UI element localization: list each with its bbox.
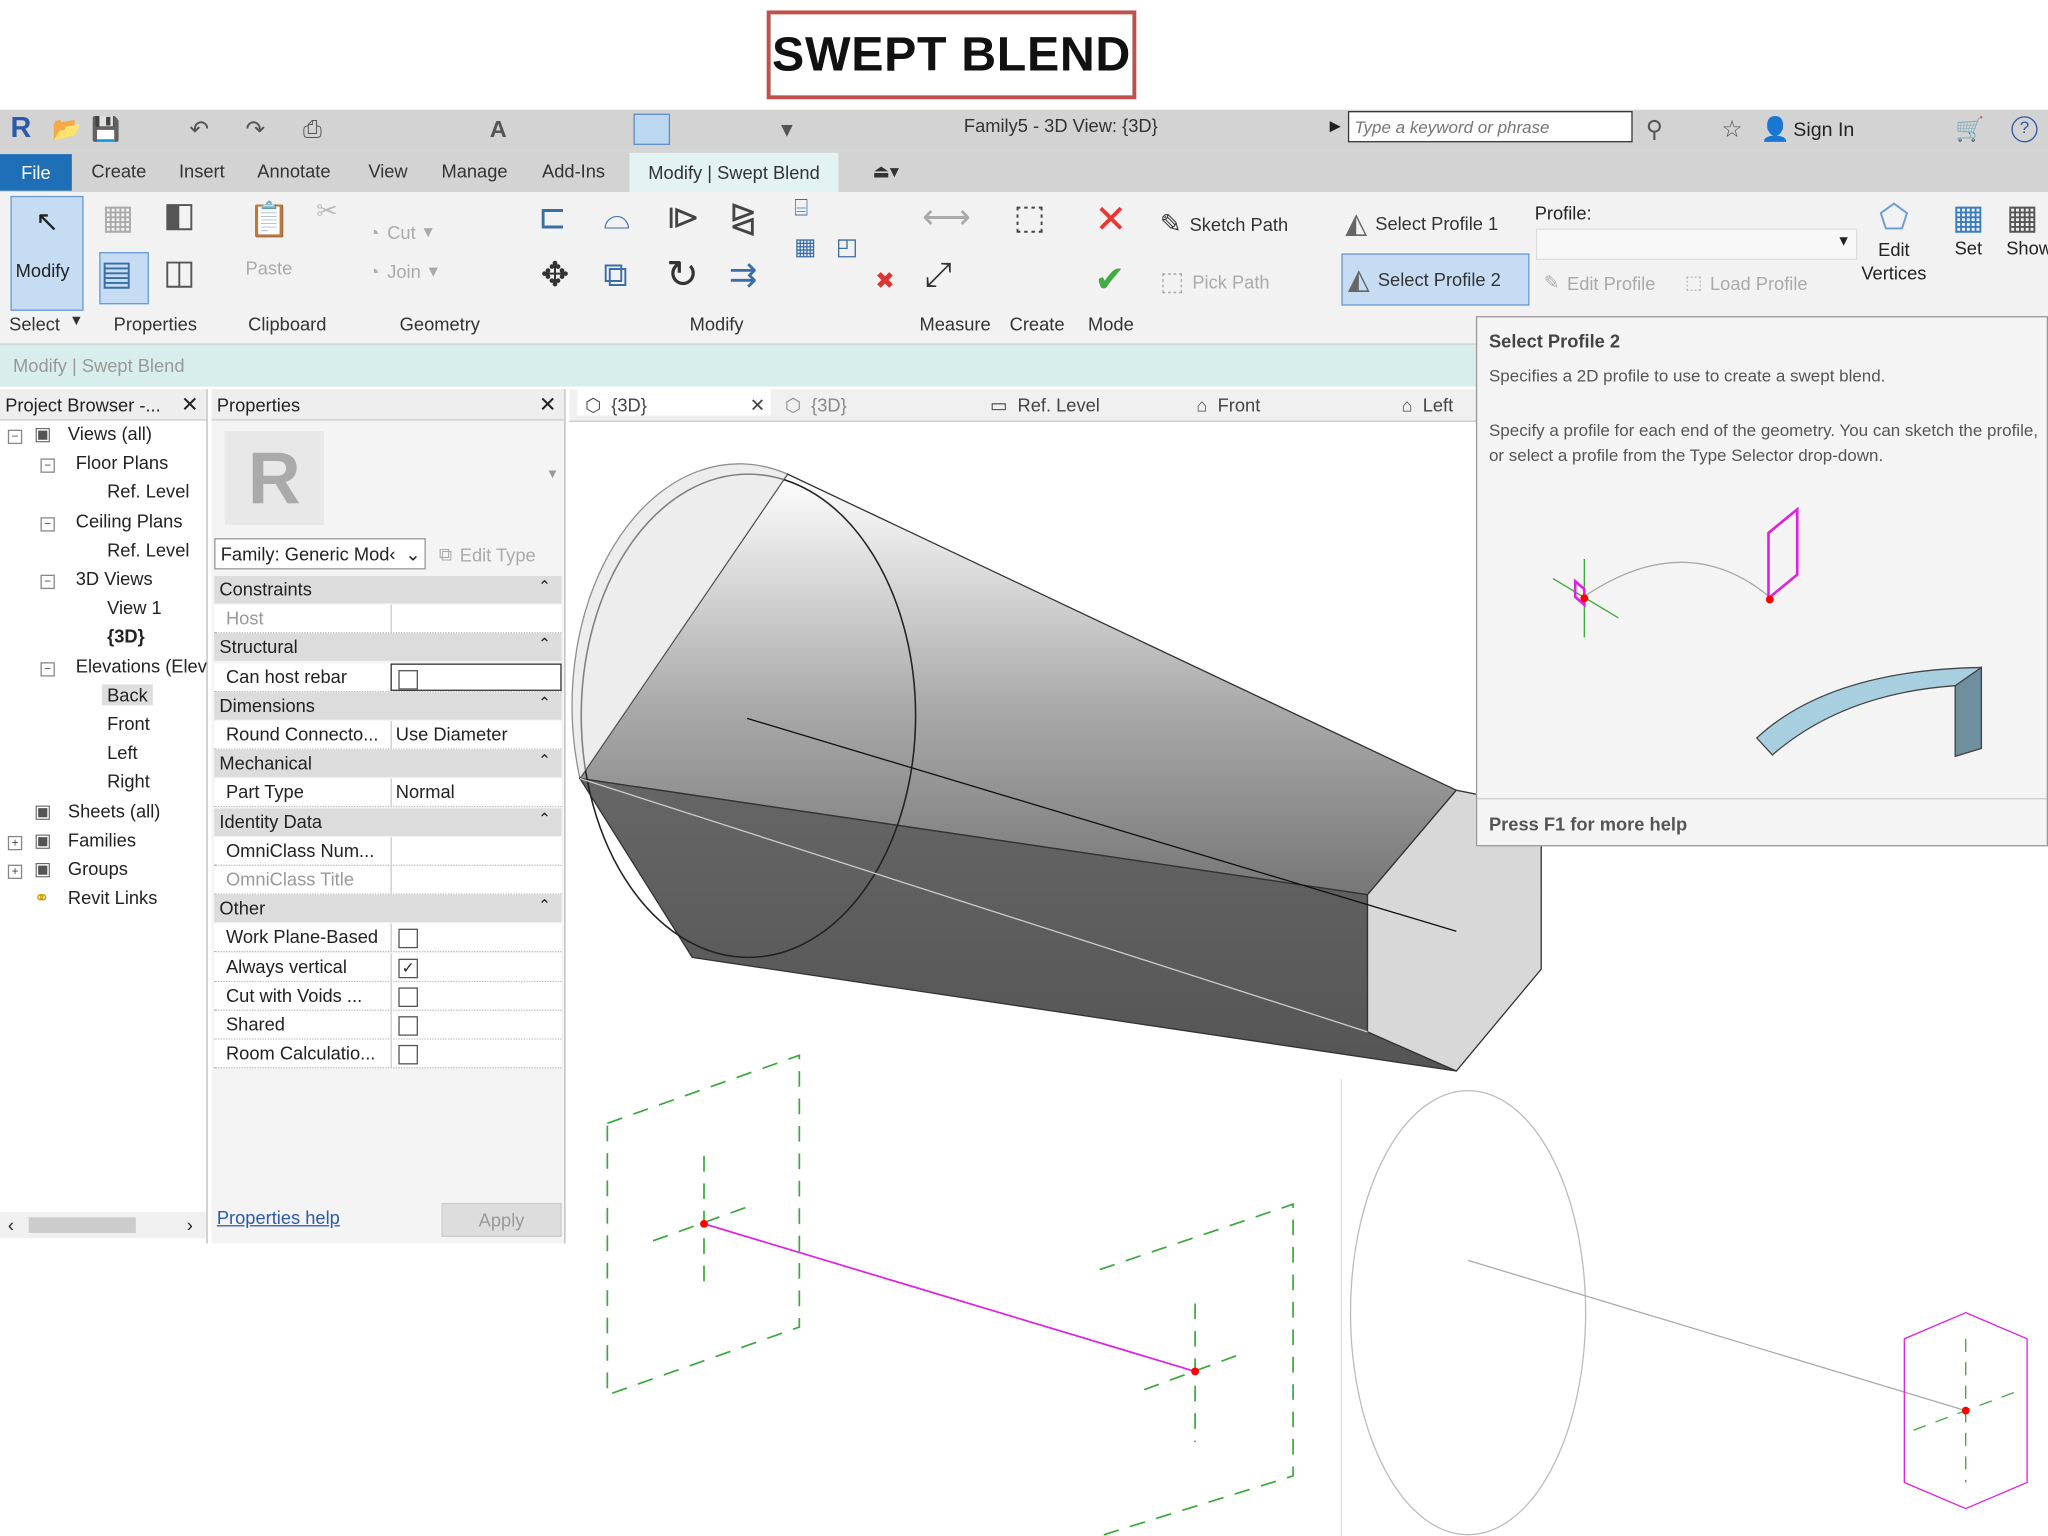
tooltip-title: Select Profile 2 [1488,330,1621,352]
profile-preview-right[interactable] [1349,1089,2028,1536]
path-endpoint[interactable] [1191,1367,1200,1376]
swept-blend-3d-model[interactable] [571,463,1542,1072]
tooltip-description: Specifies a 2D profile to use to create … [1488,365,1886,386]
path-line[interactable] [703,1223,1196,1373]
tooltip-footer: Press F1 for more help [1488,813,1688,835]
profile-sketch-left[interactable] [606,1054,1294,1536]
tooltip-separator [1477,798,2047,800]
tooltip-detail: Specify a profile for each end of the ge… [1488,420,2039,465]
tooltip-illustration [1552,506,1983,758]
path-endpoint[interactable] [700,1219,708,1228]
tooltip: Select Profile 2 Specifies a 2D profile … [1475,316,2048,847]
